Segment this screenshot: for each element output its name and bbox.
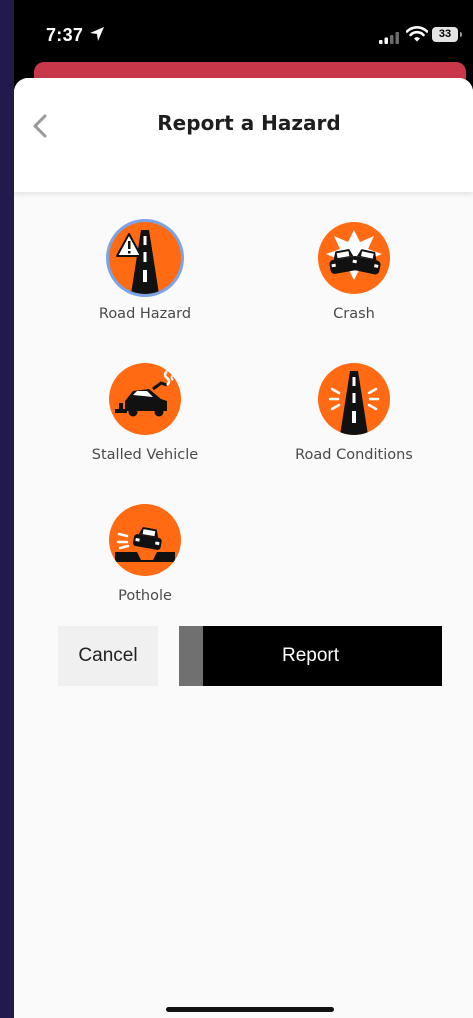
sheet-header: Report a Hazard (14, 78, 473, 192)
hazard-option-crash[interactable]: Crash (259, 222, 449, 322)
page-title: Report a Hazard (157, 111, 341, 135)
hazard-label: Stalled Vehicle (91, 447, 199, 463)
cellular-signal-icon (379, 29, 401, 48)
report-hazard-sheet: Report a Hazard Road Hazard Crash Stalle… (14, 78, 473, 1018)
report-label: Report (281, 645, 340, 666)
location-arrow-icon (89, 26, 105, 46)
hazard-label: Crash (333, 306, 375, 322)
stalled-vehicle-icon (109, 363, 181, 435)
phone-screen: 7:37 33 Report a Hazard Road Hazard Cras… (14, 0, 473, 1018)
road-hazard-icon (109, 222, 181, 294)
home-indicator[interactable] (166, 1007, 334, 1012)
hazard-label: Road Hazard (98, 306, 192, 322)
status-time: 7:37 (46, 25, 84, 45)
hazard-option-stalled-vehicle[interactable]: Stalled Vehicle (50, 363, 240, 463)
wifi-icon (405, 26, 429, 46)
hazard-option-road-hazard[interactable]: Road Hazard (50, 222, 240, 322)
crash-icon (318, 222, 390, 294)
cancel-button[interactable]: Cancel (58, 626, 158, 686)
hazard-option-road-conditions[interactable]: Road Conditions (259, 363, 449, 463)
battery-cap (460, 32, 462, 37)
report-button[interactable]: Report (179, 626, 442, 686)
action-bar: Cancel Report (14, 626, 473, 686)
hazard-label: Road Conditions (295, 447, 413, 463)
pothole-icon (109, 504, 181, 576)
hazard-label: Pothole (118, 588, 172, 604)
status-bar: 7:37 33 (14, 0, 473, 64)
hazard-option-pothole[interactable]: Pothole (50, 504, 240, 604)
battery-level: 33 (432, 27, 458, 42)
road-conditions-icon (318, 363, 390, 435)
